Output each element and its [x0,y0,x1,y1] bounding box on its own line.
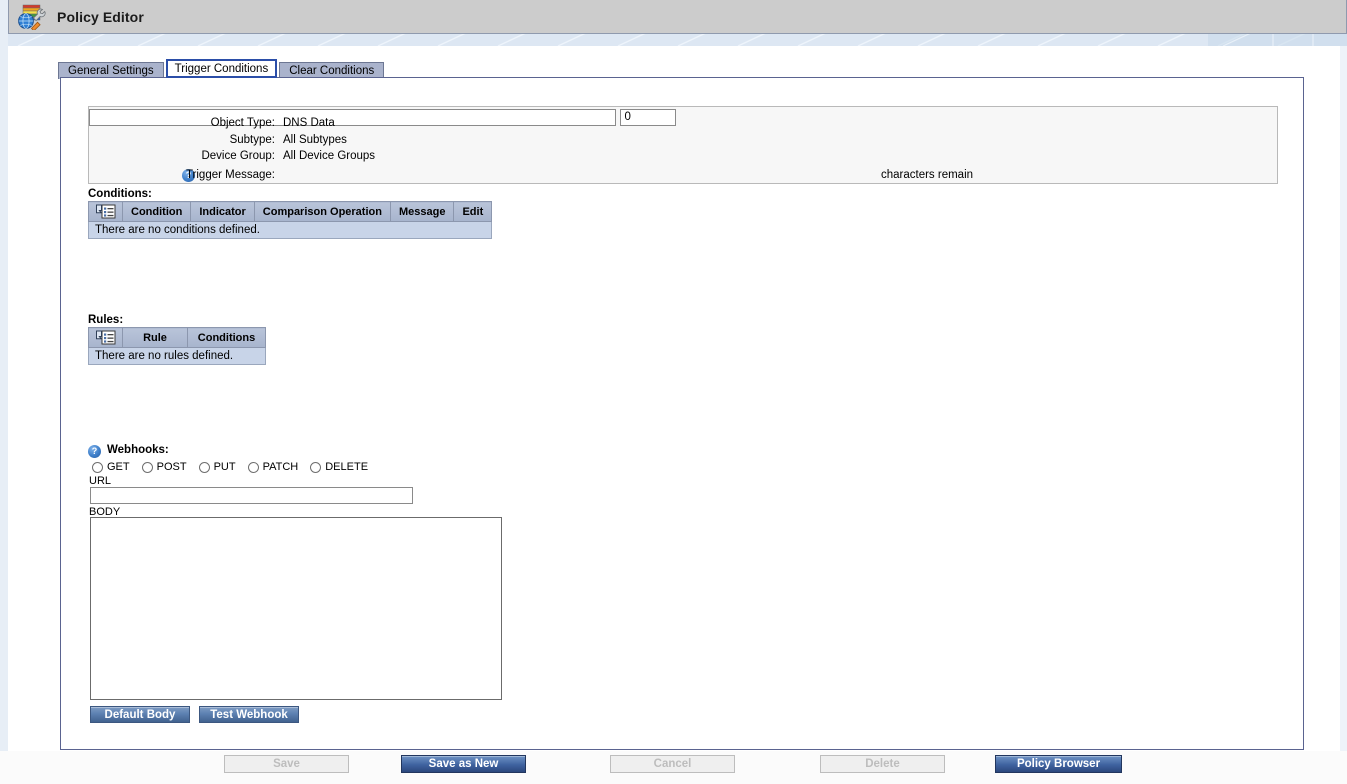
webhook-method-get[interactable]: GET [92,461,130,473]
tab-trigger-conditions-label: Trigger Conditions [174,62,269,75]
webhook-method-patch-label: PATCH [262,461,299,473]
webhook-method-post[interactable]: POST [141,461,187,473]
list-table-icon [95,330,116,345]
save-as-new-button[interactable]: Save as New [401,755,526,773]
rules-empty-row: There are no rules defined. [88,347,266,365]
rules-section-label: Rules: [88,314,124,326]
webhook-method-delete[interactable]: DELETE [310,461,368,473]
object-type-label: Object Type: [210,117,275,129]
device-group-label: Device Group: [201,150,275,162]
policy-browser-button[interactable]: Policy Browser [995,755,1122,773]
tab-trigger-conditions[interactable]: Trigger Conditions [165,59,278,78]
rules-table-list-icon-header[interactable] [88,327,123,348]
cancel-button[interactable]: Cancel [610,755,735,773]
list-table-icon [95,204,116,219]
webhook-url-input[interactable] [90,487,413,504]
radio-get[interactable] [92,461,103,473]
subtype-value: All Subtypes [283,134,347,146]
conditions-col-message[interactable]: Message [389,201,455,222]
save-button[interactable]: Save [224,755,349,773]
webhooks-help-glyph: ? [91,446,98,456]
conditions-col-indicator[interactable]: Indicator [190,201,255,222]
characters-remain-label: characters remain [881,169,974,181]
rules-col-rule[interactable]: Rule [122,327,188,348]
conditions-empty-row: There are no conditions defined. [87,221,493,239]
left-gutter [0,0,8,784]
window-title: Policy Editor [57,8,144,25]
conditions-section-label: Conditions: [88,188,152,200]
subtype-label: Subtype: [229,134,275,146]
radio-delete[interactable] [310,461,322,473]
tab-general-settings-label: General Settings [68,65,154,77]
default-body-button[interactable]: Default Body [90,706,190,723]
trigger-conditions-panel: Object Type: DNS Data Subtype: All Subty… [60,77,1304,750]
tab-clear-conditions-label: Clear Conditions [289,65,375,77]
policy-editor-icon [17,4,47,31]
radio-post[interactable] [141,461,153,473]
conditions-col-edit[interactable]: Edit [453,201,493,222]
rules-col-conditions[interactable]: Conditions [187,327,266,348]
footer-bar: Save Save as New Cancel Delete Policy Br… [0,751,1347,784]
delete-button[interactable]: Delete [820,755,945,773]
window-titlebar: Policy Editor [8,0,1347,34]
conditions-col-condition[interactable]: Condition [121,201,192,222]
right-gutter [1340,46,1347,784]
webhook-method-radio-group: GET POST PUT PATCH DELETE [92,461,380,473]
rules-table-header-row: Rule Conditions [88,327,266,348]
rules-empty-text: There are no rules defined. [88,347,266,365]
characters-count-input[interactable] [620,108,677,126]
tab-strip: General Settings Trigger Conditions Clea… [58,59,386,79]
decorative-band [8,34,1347,46]
webhook-method-delete-label: DELETE [325,461,369,473]
conditions-table: Condition Indicator Comparison Operation… [87,201,493,239]
webhooks-section-label: Webhooks: [107,444,169,456]
device-group-value: All Device Groups [283,150,376,162]
trigger-message-label: Trigger Message: [185,169,275,181]
conditions-col-comparison-operation[interactable]: Comparison Operation [253,201,391,222]
webhook-method-post-label: POST [156,461,187,473]
webhook-url-label: URL [89,475,112,487]
webhook-method-put-label: PUT [213,461,236,473]
conditions-table-header-row: Condition Indicator Comparison Operation… [88,201,493,222]
radio-patch[interactable] [247,461,259,473]
webhook-body-textarea[interactable] [90,517,502,700]
radio-put[interactable] [198,461,210,473]
object-type-value: DNS Data [283,117,335,129]
webhook-method-get-label: GET [107,461,130,473]
webhooks-help-icon[interactable]: ? [88,445,101,458]
rules-table: Rule Conditions There are no rules defin… [88,327,266,365]
conditions-empty-text: There are no conditions defined. [87,221,493,239]
webhook-method-put[interactable]: PUT [198,461,236,473]
conditions-table-list-icon-header[interactable] [88,201,123,222]
webhook-method-patch[interactable]: PATCH [247,461,299,473]
test-webhook-button[interactable]: Test Webhook [199,706,299,723]
policy-info-box: Object Type: DNS Data Subtype: All Subty… [88,106,1278,184]
